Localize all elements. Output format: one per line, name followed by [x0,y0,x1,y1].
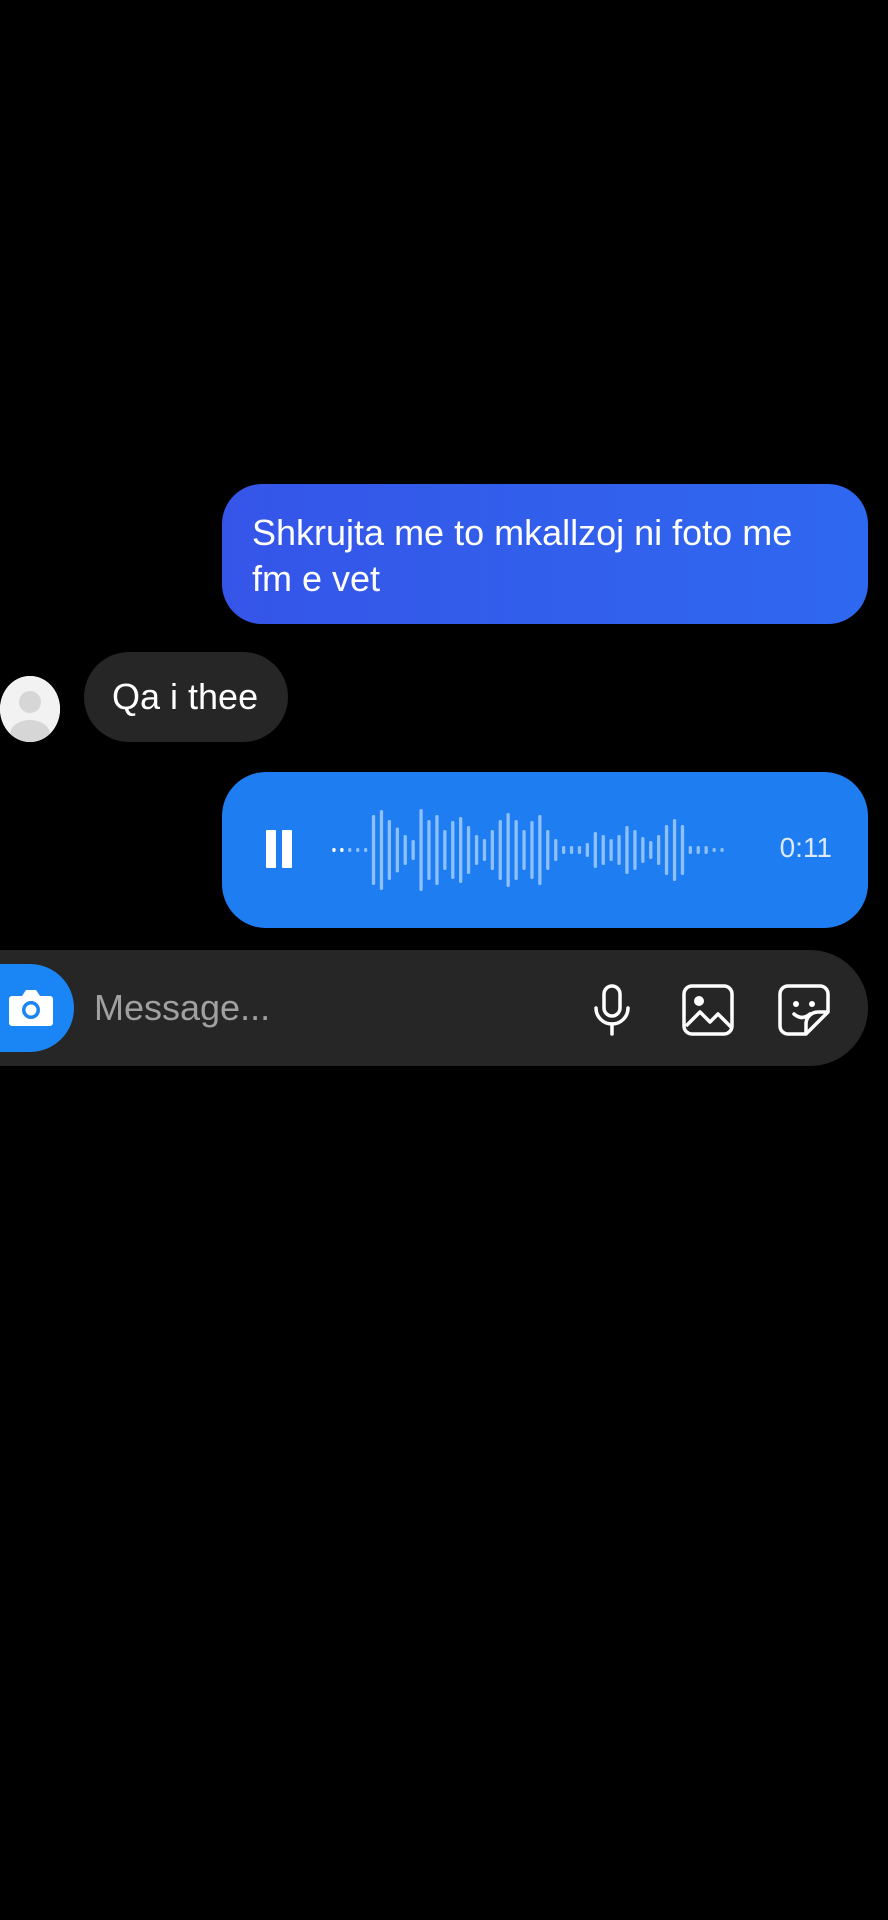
waveform-bar [371,815,376,885]
waveform-bar [356,848,360,852]
waveform-bar [641,837,645,863]
waveform-bar [340,848,344,852]
microphone-button[interactable] [582,980,642,1040]
waveform-bar [538,815,542,885]
waveform-bar [379,810,384,890]
waveform-bar [348,848,352,852]
waveform-bar [435,815,439,885]
waveform-bar [443,830,447,870]
voice-message-bubble[interactable]: 0:11 [222,772,868,928]
waveform-bar [514,820,518,880]
waveform-bar [554,839,558,861]
pause-icon[interactable] [262,826,302,874]
camera-button[interactable] [0,964,74,1052]
waveform-bar [403,835,407,865]
waveform-bar [411,840,415,860]
waveform-bar [387,820,391,880]
waveform-bar [562,846,566,854]
waveform-bar [522,830,526,870]
waveform-bar [633,830,637,870]
waveform-bar [332,848,336,852]
waveform-bar [680,825,685,875]
waveform-bar [395,827,399,873]
waveform-bar [712,848,716,852]
gallery-button[interactable] [678,980,738,1040]
waveform-bar [672,819,677,881]
waveform-bar [482,839,487,861]
waveform-bar [657,835,661,865]
microphone-icon [594,984,630,1036]
avatar[interactable] [0,676,60,742]
waveform-bar [696,846,700,854]
message-input[interactable] [94,980,494,1036]
sticker-icon [778,984,830,1036]
waveform-bar [451,821,455,879]
waveform-bar [546,830,550,870]
waveform-bar [625,826,629,874]
waveform-bar [466,826,471,874]
waveform-bar [720,848,724,852]
waveform-bar [530,821,534,879]
waveform-bar [664,825,669,875]
waveform-bar [593,832,597,868]
message-composer [0,950,868,1066]
waveform-bar [601,835,605,865]
waveform-bar [617,835,621,865]
waveform-bar [609,839,613,861]
waveform-bar [649,841,653,859]
waveform-bar [577,846,582,854]
waveform-bar [364,848,368,852]
sent-message-bubble[interactable]: Shkrujta me to mkallzoj ni foto me fm e … [222,484,868,624]
gallery-icon [682,984,734,1036]
waveform-bar [704,846,708,854]
waveform-bar [419,809,423,891]
waveform-bar [427,820,431,880]
waveform-bar [506,813,510,887]
received-message-bubble[interactable]: Qa i thee [84,652,288,742]
waveform-bar [474,835,479,865]
waveform-bar [498,820,502,880]
waveform-bar [569,846,574,854]
waveform[interactable] [330,802,726,898]
sent-message-text: Shkrujta me to mkallzoj ni foto me fm e … [252,512,793,599]
waveform-bar [490,830,494,870]
waveform-bar [585,843,589,857]
received-message-text: Qa i thee [112,676,259,717]
waveform-bar [459,817,463,883]
camera-icon [9,990,53,1026]
voice-duration: 0:11 [779,832,832,863]
waveform-bar [688,846,692,854]
sticker-button[interactable] [774,980,834,1040]
